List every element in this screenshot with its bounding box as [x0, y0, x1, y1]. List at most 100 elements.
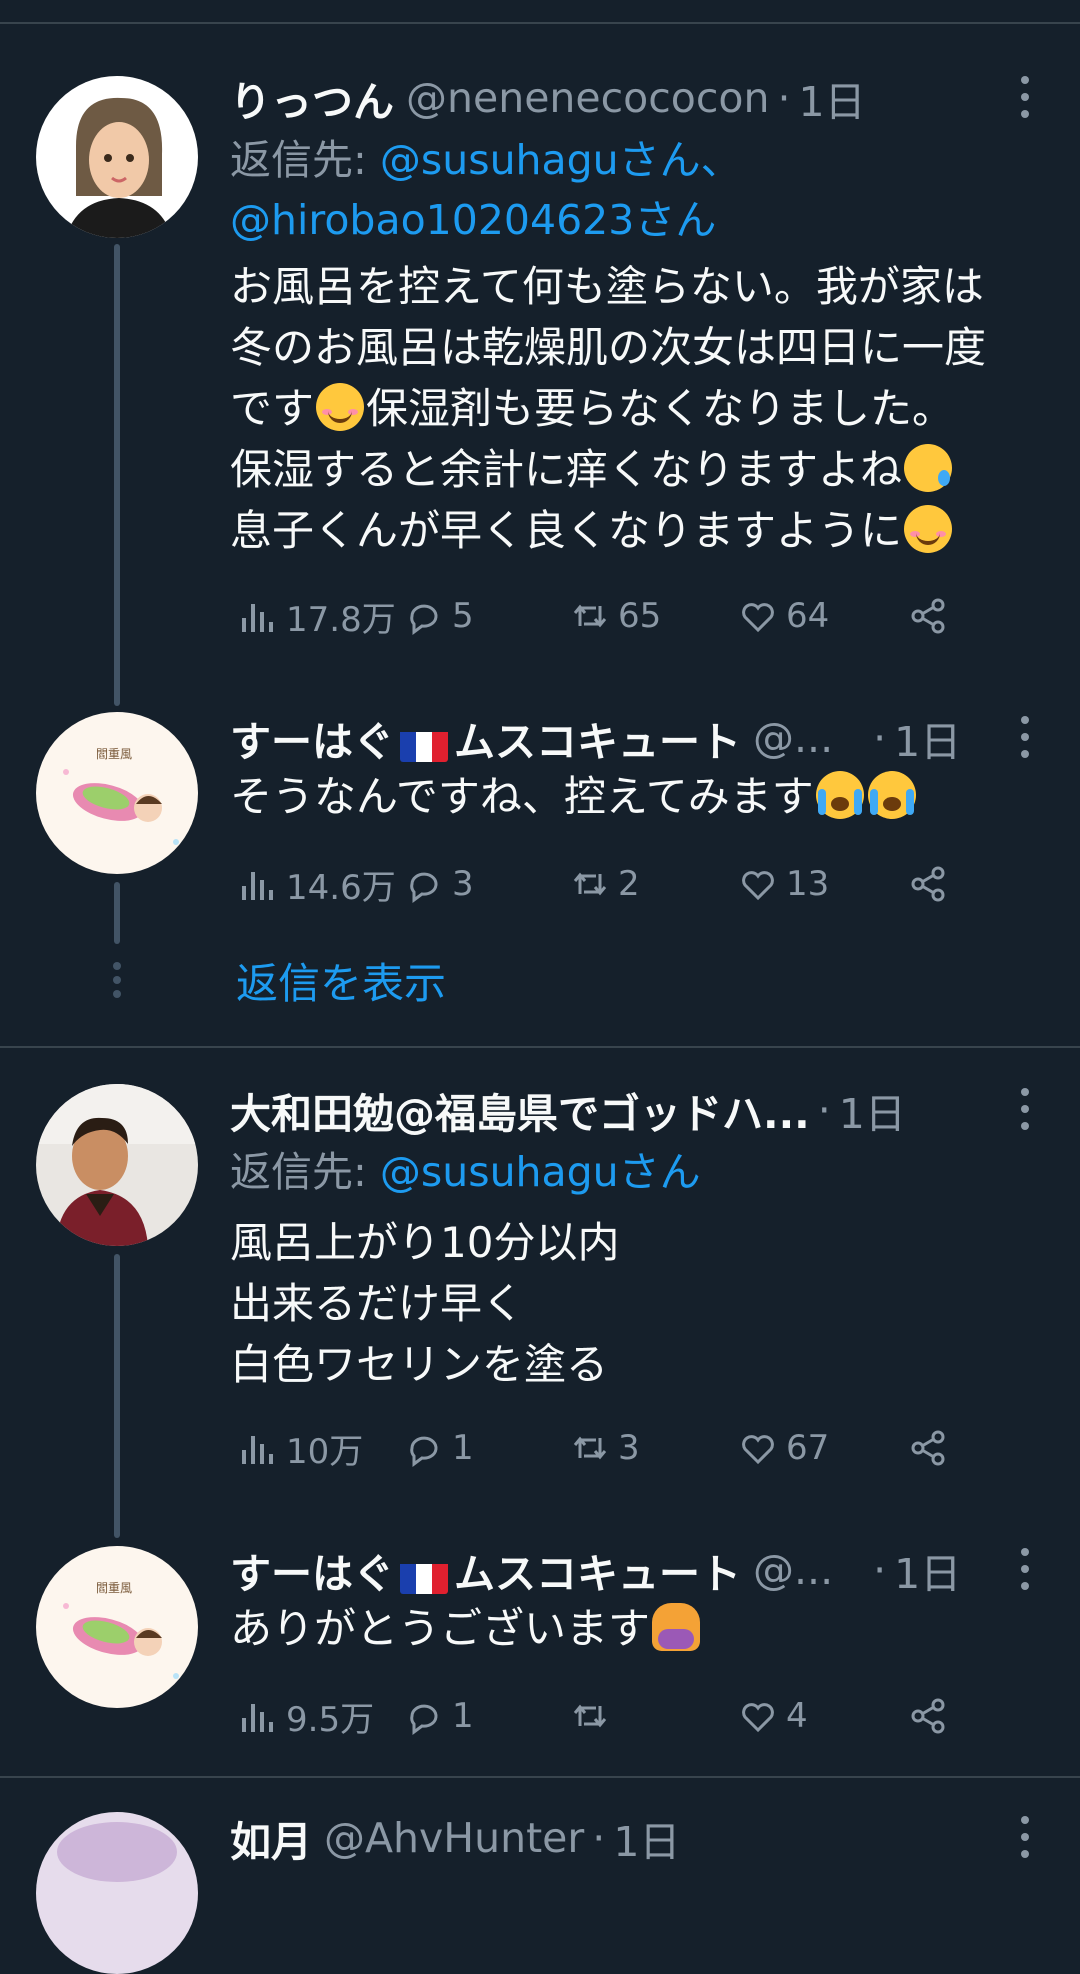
- avatar[interactable]: 閻重風: [36, 1546, 198, 1708]
- display-name[interactable]: 如月: [230, 1808, 312, 1868]
- display-name[interactable]: りっつん: [230, 68, 394, 128]
- timestamp[interactable]: 1日: [894, 1540, 961, 1600]
- views-button[interactable]: 17.8万: [238, 588, 396, 644]
- reply-prefix: 返信先:: [230, 136, 380, 184]
- smiling-face-emoji-icon: [316, 383, 365, 431]
- like-button[interactable]: 64: [738, 588, 829, 644]
- retweet-count: 2: [618, 864, 640, 904]
- views-count: 10万: [286, 1431, 364, 1472]
- like-button[interactable]: 67: [738, 1420, 829, 1476]
- show-replies-link[interactable]: 返信を表示: [236, 950, 446, 1011]
- loudly-crying-face-emoji-icon: [815, 771, 864, 819]
- reply-icon: [410, 604, 438, 635]
- views-icon: [242, 872, 273, 900]
- like-icon: [742, 1703, 774, 1733]
- views-button[interactable]: 10万: [238, 1420, 363, 1476]
- thread-line: [114, 244, 120, 706]
- user-handle[interactable]: @AhvHunter: [324, 1814, 584, 1862]
- reply-context: 返信先: @susuhaguさん: [230, 1142, 701, 1202]
- tweet-header: 如月 @AhvHunter · 1日: [230, 1810, 680, 1866]
- avatar[interactable]: [36, 76, 198, 238]
- retweet-icon: [573, 1436, 607, 1460]
- face-holding-back-tears-emoji-icon: [904, 444, 953, 492]
- display-name[interactable]: すーはぐ ムスコキュート: [230, 708, 741, 768]
- share-button[interactable]: [908, 1688, 956, 1744]
- views-count: 9.5万: [286, 1699, 375, 1740]
- svg-text:閻重風: 閻重風: [96, 747, 132, 761]
- like-count: 4: [786, 1696, 808, 1736]
- share-icon: [911, 1698, 945, 1734]
- retweet-button[interactable]: 3: [570, 1420, 640, 1476]
- views-icon: [242, 1704, 273, 1732]
- more-icon[interactable]: [1018, 716, 1032, 758]
- avatar[interactable]: [36, 1084, 198, 1246]
- mention-link[interactable]: @hirobao10204623さん: [230, 196, 716, 244]
- reply-count: 1: [452, 1428, 474, 1468]
- reply-prefix: 返信先:: [230, 1148, 380, 1196]
- mention-link[interactable]: @susuhaguさん、: [380, 136, 742, 184]
- reply-count: 1: [452, 1696, 474, 1736]
- display-name[interactable]: すーはぐ ムスコキュート: [230, 1540, 741, 1600]
- tweet-header: すーはぐ ムスコキュート @... · 1日: [230, 1542, 961, 1598]
- thread-line: [114, 882, 120, 944]
- share-button[interactable]: [908, 856, 956, 912]
- text-line: ありがとうございます: [230, 1604, 651, 1653]
- retweet-button[interactable]: 2: [570, 856, 640, 912]
- tweet-header: 大和田勉@福島県でゴッドハ... · 1日: [230, 1082, 906, 1138]
- reply-count: 3: [452, 864, 474, 904]
- timestamp[interactable]: 1日: [894, 708, 961, 768]
- share-icon: [911, 866, 945, 902]
- france-flag-icon: [400, 1560, 448, 1594]
- text-line: 息子くんが早く良くなりますように: [230, 506, 903, 555]
- more-icon[interactable]: [1018, 1088, 1032, 1130]
- france-flag-icon: [400, 728, 448, 762]
- text-line: お風呂を控えて何も塗らない。我が家は: [230, 262, 984, 311]
- views-button[interactable]: 14.6万: [238, 856, 396, 912]
- text-line: 保湿すると余計に痒くなりますよね: [230, 445, 903, 494]
- like-icon: [742, 1435, 774, 1465]
- display-name[interactable]: 大和田勉@福島県でゴッドハ...: [230, 1080, 810, 1140]
- text-line: 出来るだけ早く: [230, 1279, 525, 1328]
- like-button[interactable]: 13: [738, 856, 829, 912]
- reply-button[interactable]: 1: [404, 1688, 474, 1744]
- action-bar: 17.8万 5 65 64: [238, 588, 998, 644]
- retweet-button[interactable]: 65: [570, 588, 661, 644]
- user-handle[interactable]: @...: [753, 714, 833, 762]
- retweet-button[interactable]: [570, 1688, 618, 1744]
- thread-divider: [0, 1046, 1080, 1048]
- timestamp[interactable]: 1日: [613, 1808, 680, 1868]
- more-icon[interactable]: [1018, 76, 1032, 118]
- text-line: です: [230, 384, 315, 433]
- share-icon: [911, 1430, 945, 1466]
- user-handle[interactable]: @...: [753, 1546, 833, 1594]
- views-button[interactable]: 9.5万: [238, 1688, 374, 1744]
- more-icon[interactable]: [1018, 1548, 1032, 1590]
- views-icon: [242, 1436, 273, 1464]
- reply-button[interactable]: 5: [404, 588, 474, 644]
- retweet-icon: [573, 604, 607, 628]
- mention-link[interactable]: @susuhaguさん: [380, 1148, 701, 1196]
- text-line: 保湿剤も要らなくなりました。: [366, 384, 955, 433]
- text-line: 冬のお風呂は乾燥肌の次女は四日に一度: [230, 323, 987, 372]
- retweet-icon: [573, 872, 607, 896]
- timestamp[interactable]: 1日: [799, 68, 866, 128]
- like-icon: [742, 871, 774, 901]
- reply-icon: [410, 1704, 438, 1735]
- text-line: 白色ワセリンを塗る: [230, 1340, 609, 1389]
- thread-line: [114, 1254, 120, 1538]
- share-button[interactable]: [908, 1420, 956, 1476]
- share-button[interactable]: [908, 588, 956, 644]
- avatar[interactable]: [36, 1812, 198, 1974]
- action-bar: 9.5万 1 4: [238, 1688, 998, 1744]
- reply-button[interactable]: 3: [404, 856, 474, 912]
- separator-dot: ·: [873, 714, 887, 762]
- reply-button[interactable]: 1: [404, 1420, 474, 1476]
- smiling-face-emoji-icon: [904, 505, 953, 553]
- more-icon[interactable]: [1018, 1816, 1032, 1858]
- avatar[interactable]: 閻重風: [36, 712, 198, 874]
- like-button[interactable]: 4: [738, 1688, 808, 1744]
- timestamp[interactable]: 1日: [839, 1080, 906, 1140]
- thread-dots: [112, 962, 122, 1004]
- user-handle[interactable]: @nenenecococon: [406, 74, 770, 122]
- action-bar: 14.6万 3 2 13: [238, 856, 998, 912]
